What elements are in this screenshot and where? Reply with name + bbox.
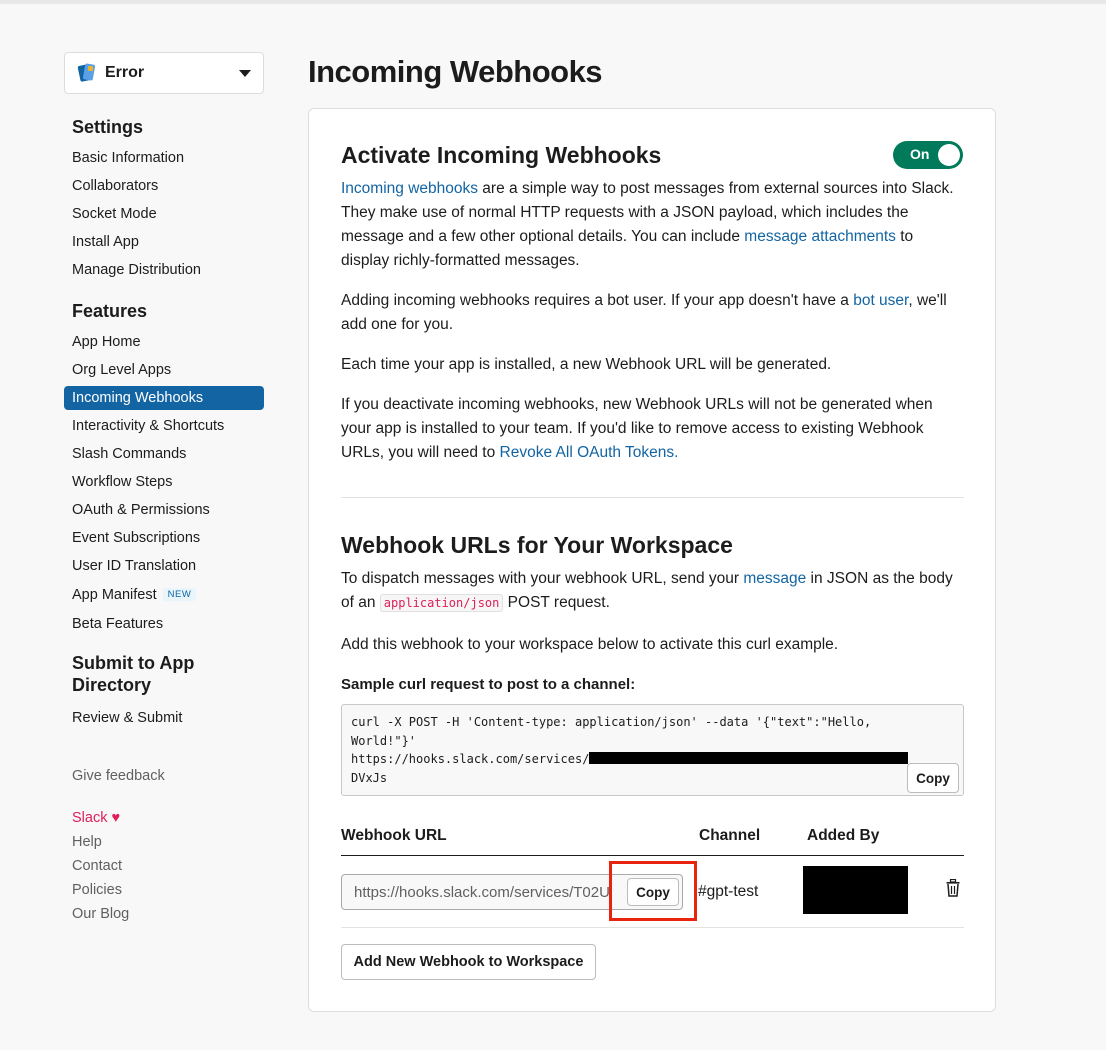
copy-curl-button[interactable]: Copy bbox=[907, 763, 959, 793]
text: To dispatch messages with your webhook U… bbox=[341, 570, 744, 587]
webhooks-card: On Activate Incoming Webhooks Incoming w… bbox=[308, 108, 996, 1012]
sidebar-item-interactivity-shortcuts[interactable]: Interactivity & Shortcuts bbox=[64, 414, 264, 438]
toggle-label: On bbox=[910, 146, 930, 162]
column-channel: Channel bbox=[699, 827, 761, 844]
sidebar-item-basic-information[interactable]: Basic Information bbox=[64, 146, 264, 170]
activate-title: Activate Incoming Webhooks bbox=[341, 142, 662, 168]
message-attachments-link[interactable]: message attachments bbox=[744, 228, 896, 245]
heart-icon: ♥ bbox=[111, 810, 121, 826]
activate-paragraph-2: Adding incoming webhooks requires a bot … bbox=[341, 289, 964, 337]
curl-line: curl -X POST -H 'Content-type: applicati… bbox=[351, 715, 872, 729]
revoke-tokens-link[interactable]: Revoke All OAuth Tokens. bbox=[500, 444, 679, 461]
policies-link[interactable]: Policies bbox=[72, 878, 264, 902]
sidebar-item-slash-commands[interactable]: Slash Commands bbox=[64, 442, 264, 466]
help-link[interactable]: Help bbox=[72, 830, 264, 854]
blog-link[interactable]: Our Blog bbox=[72, 902, 264, 926]
activate-paragraph-4: If you deactivate incoming webhooks, new… bbox=[341, 393, 964, 465]
sidebar-item-workflow-steps[interactable]: Workflow Steps bbox=[64, 470, 264, 494]
trash-icon[interactable] bbox=[946, 879, 960, 897]
curl-label: Sample curl request to post to a channel… bbox=[341, 676, 636, 693]
slack-link[interactable]: Slack ♥ bbox=[72, 806, 264, 830]
sidebar-item-user-id-translation[interactable]: User ID Translation bbox=[64, 554, 264, 578]
workspace-paragraph-2: Add this webhook to your workspace below… bbox=[341, 636, 839, 653]
redacted-block bbox=[589, 752, 909, 764]
section-divider bbox=[341, 497, 964, 498]
table-header-line bbox=[341, 855, 964, 856]
column-added-by: Added By bbox=[807, 827, 880, 844]
workspace-paragraph-1: To dispatch messages with your webhook U… bbox=[341, 567, 964, 615]
page-title: Incoming Webhooks bbox=[308, 54, 603, 89]
sidebar-item-install-app[interactable]: Install App bbox=[64, 230, 264, 254]
incoming-webhooks-link[interactable]: Incoming webhooks bbox=[341, 180, 478, 197]
bot-user-link[interactable]: bot user bbox=[853, 292, 908, 309]
contact-link[interactable]: Contact bbox=[72, 854, 264, 878]
curl-line: https://hooks.slack.com/services/ bbox=[351, 752, 590, 766]
chevron-down-icon bbox=[239, 69, 251, 77]
sidebar-item-org-level-apps[interactable]: Org Level Apps bbox=[64, 358, 264, 382]
sidebar-item-socket-mode[interactable]: Socket Mode bbox=[64, 202, 264, 226]
toggle-knob bbox=[938, 144, 960, 166]
curl-line: World!"}' bbox=[351, 733, 417, 748]
sidebar-item-oauth-permissions[interactable]: OAuth & Permissions bbox=[64, 498, 264, 522]
features-heading: Features bbox=[72, 301, 148, 321]
sidebar-item-incoming-webhooks[interactable]: Incoming Webhooks bbox=[64, 386, 264, 410]
activate-paragraph-1: Incoming webhooks are a simple way to po… bbox=[341, 177, 964, 273]
submit-heading: Submit to App Directory bbox=[72, 653, 195, 695]
curl-example: curl -X POST -H 'Content-type: applicati… bbox=[341, 704, 964, 796]
column-webhook-url: Webhook URL bbox=[341, 827, 447, 844]
sidebar-item-collaborators[interactable]: Collaborators bbox=[64, 174, 264, 198]
activate-paragraph-3: Each time your app is installed, a new W… bbox=[341, 356, 832, 373]
highlight-box bbox=[609, 861, 697, 921]
sidebar: Error Settings Basic Information Collabo… bbox=[64, 52, 264, 926]
sidebar-item-manage-distribution[interactable]: Manage Distribution bbox=[64, 258, 264, 282]
add-webhook-button[interactable]: Add New Webhook to Workspace bbox=[341, 944, 596, 980]
channel-value: #gpt-test bbox=[698, 883, 759, 900]
message-link[interactable]: message bbox=[743, 570, 806, 587]
app-icon bbox=[77, 63, 96, 83]
sidebar-item-app-home[interactable]: App Home bbox=[64, 330, 264, 354]
app-switcher[interactable]: Error bbox=[64, 52, 264, 94]
new-badge: NEW bbox=[162, 588, 197, 602]
top-border bbox=[0, 0, 1106, 4]
workspace-title: Webhook URLs for Your Workspace bbox=[341, 532, 733, 558]
sidebar-item-beta-features[interactable]: Beta Features bbox=[64, 612, 264, 636]
app-name: Error bbox=[105, 64, 145, 81]
sidebar-item-label: App Manifest bbox=[72, 587, 157, 603]
added-by-redacted bbox=[803, 866, 908, 914]
text: POST request. bbox=[503, 594, 610, 611]
curl-line: DVxJs bbox=[351, 770, 388, 785]
slack-link-label: Slack bbox=[72, 810, 108, 826]
content-type-code: application/json bbox=[379, 594, 504, 612]
sidebar-item-event-subscriptions[interactable]: Event Subscriptions bbox=[64, 526, 264, 550]
settings-heading: Settings bbox=[72, 117, 144, 137]
sidebar-item-app-manifest[interactable]: App Manifest NEW bbox=[64, 582, 264, 608]
text: Adding incoming webhooks requires a bot … bbox=[341, 292, 854, 309]
activate-toggle[interactable]: On bbox=[893, 141, 963, 169]
give-feedback-link[interactable]: Give feedback bbox=[72, 768, 264, 784]
footer-links: Slack ♥ Help Contact Policies Our Blog bbox=[72, 806, 264, 926]
webhook-url-input[interactable] bbox=[342, 875, 632, 909]
sidebar-item-review-submit[interactable]: Review & Submit bbox=[64, 706, 264, 730]
table-row-line bbox=[341, 927, 964, 928]
